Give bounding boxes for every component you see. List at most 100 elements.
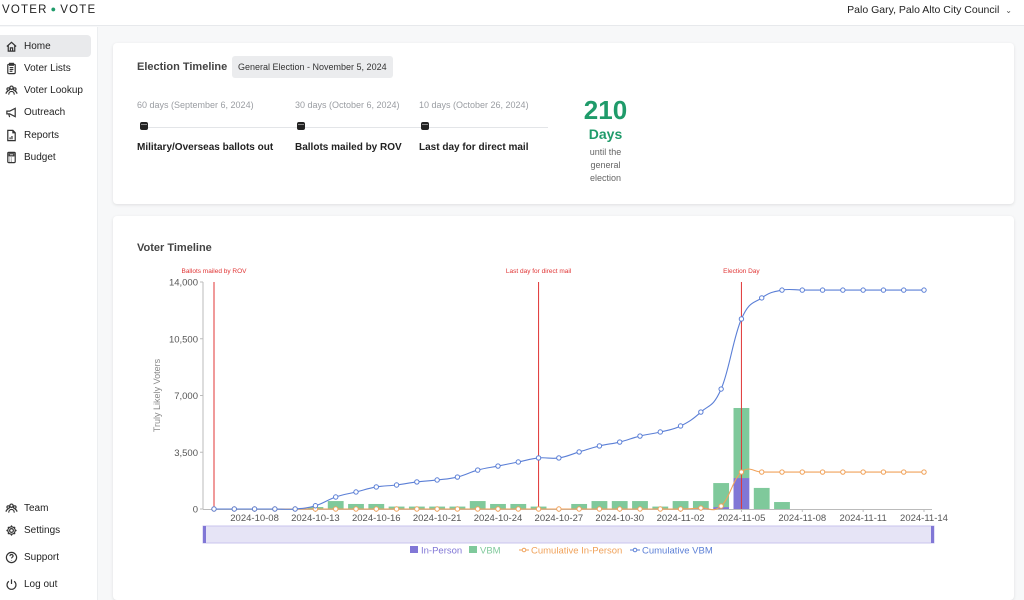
cumulative-in-person-point — [515, 506, 521, 512]
cumulative-in-person-point — [393, 506, 400, 512]
chart-zoom-slider[interactable] — [202, 525, 935, 544]
y-tick-label: 3,500 — [174, 448, 198, 459]
cumulative-vbm-point — [698, 409, 704, 415]
cumulative-vbm-point — [333, 494, 339, 500]
cumulative-in-person-point — [840, 469, 846, 475]
x-tick-label: 2024-10-30 — [595, 513, 644, 524]
cumulative-in-person-point — [759, 469, 765, 475]
cumulative-vbm-point — [860, 287, 866, 293]
cumulative-in-person-point — [921, 469, 927, 475]
x-tick-label: 2024-11-02 — [657, 513, 705, 524]
cumulative-vbm-point — [373, 484, 379, 490]
cumulative-in-person-point — [454, 506, 461, 512]
cumulative-vbm-point — [779, 287, 785, 293]
cumulative-in-person-point — [535, 506, 542, 512]
x-tick-label: 2024-10-21 — [413, 513, 462, 524]
cumulative-in-person-point — [819, 469, 826, 475]
cumulative-in-person-point — [475, 506, 481, 512]
y-tick-label: 14,000 — [169, 278, 198, 289]
cumulative-in-person-point — [901, 469, 907, 475]
cumulative-in-person-point — [414, 506, 420, 512]
cumulative-in-person-point — [495, 506, 501, 512]
legend-swatch — [469, 546, 477, 553]
cumulative-in-person-point — [738, 469, 745, 475]
cumulative-in-person-point — [556, 506, 562, 512]
cumulative-vbm-point — [799, 287, 805, 293]
cumulative-in-person-point — [373, 506, 379, 512]
annotation-label: Election Day — [723, 268, 760, 275]
cumulative-vbm-point — [535, 455, 542, 461]
cumulative-vbm-point — [211, 506, 217, 512]
cumulative-in-person-point — [333, 506, 339, 512]
y-tick-label: 10,500 — [169, 334, 198, 345]
zoom-slider-handle-right[interactable] — [931, 526, 934, 543]
cumulative-vbm-point — [495, 463, 501, 469]
cumulative-vbm-point — [393, 482, 400, 488]
zoom-slider-track — [202, 525, 935, 544]
x-tick-label: 2024-10-08 — [230, 513, 279, 524]
x-tick-label: 2024-10-24 — [474, 513, 523, 524]
legend-swatch-point — [521, 547, 527, 553]
legend-item[interactable]: Cumulative In-Person — [519, 546, 622, 557]
legend-item[interactable]: VBM — [469, 546, 501, 557]
x-tick-label: 2024-10-16 — [352, 513, 401, 524]
x-tick-label: 2024-11-05 — [717, 513, 765, 524]
cumulative-vbm-point — [901, 287, 907, 293]
legend-label: VBM — [480, 546, 501, 557]
cumulative-vbm-point — [596, 443, 603, 449]
x-tick-label: 2024-10-13 — [291, 513, 340, 524]
cumulative-in-person-point — [880, 469, 887, 475]
chart-legend: In-Person VBM Cumulative In-Person Cumulati… — [410, 546, 713, 557]
bar-vbm — [753, 487, 770, 509]
cumulative-vbm-point — [556, 455, 562, 461]
cumulative-vbm-point — [434, 477, 440, 483]
chart-axes: 0 3,500 7,000 10,500 14,000 Truly Likely Vote… — [152, 278, 948, 525]
cumulative-vbm-point — [840, 287, 846, 293]
zoom-slider-handle-left[interactable] — [203, 526, 206, 543]
cumulative-vbm-point — [738, 316, 745, 322]
legend-item[interactable]: In-Person — [410, 546, 462, 557]
cumulative-vbm-point — [251, 506, 258, 512]
cumulative-vbm-point — [637, 433, 643, 439]
cumulative-vbm-point — [718, 386, 724, 392]
x-tick-label: 2024-11-11 — [840, 513, 887, 524]
chart-lines — [211, 287, 927, 512]
cumulative-in-person-point — [698, 505, 704, 511]
cumulative-vbm-point — [292, 506, 298, 512]
cumulative-in-person-point — [434, 506, 440, 512]
bar-vbm — [774, 502, 790, 509]
cumulative-vbm-point — [353, 489, 359, 495]
cumulative-vbm-line — [213, 288, 924, 510]
legend-swatch — [410, 546, 418, 553]
cumulative-vbm-point — [576, 449, 582, 455]
cumulative-in-person-point — [576, 506, 582, 512]
cumulative-vbm-point — [819, 287, 826, 293]
cumulative-in-person-point — [779, 469, 785, 475]
cumulative-vbm-point — [475, 467, 481, 473]
cumulative-vbm-point — [677, 423, 684, 429]
cumulative-in-person-point — [718, 503, 724, 509]
y-tick-label: 7,000 — [174, 391, 198, 402]
cumulative-in-person-point — [637, 506, 643, 512]
cumulative-vbm-point — [515, 459, 521, 465]
cumulative-in-person-point — [799, 469, 805, 475]
legend-label: In-Person — [421, 546, 462, 557]
cumulative-in-person-point — [353, 506, 359, 512]
cumulative-vbm-point — [312, 503, 319, 509]
legend-item[interactable]: Cumulative VBM — [630, 546, 713, 557]
voter-timeline-chart: 0 3,500 7,000 10,500 14,000 Truly Likely Vote… — [152, 268, 948, 557]
cumulative-in-person-point — [860, 469, 866, 475]
cumulative-in-person-point — [677, 506, 684, 512]
cumulative-vbm-point — [617, 439, 623, 445]
y-tick-label: 0 — [193, 505, 198, 516]
annotation-label: Last day for direct mail — [506, 268, 572, 275]
cumulative-vbm-point — [454, 474, 461, 480]
x-tick-label: 2024-10-27 — [535, 513, 584, 524]
cumulative-vbm-point — [272, 506, 278, 512]
legend-label: Cumulative VBM — [642, 546, 713, 557]
cumulative-in-person-point — [617, 506, 623, 512]
y-axis-label: Truly Likely Voters — [152, 358, 162, 432]
cumulative-vbm-point — [231, 506, 237, 512]
legend-swatch-point — [632, 547, 638, 553]
cumulative-in-person-point — [657, 506, 663, 512]
